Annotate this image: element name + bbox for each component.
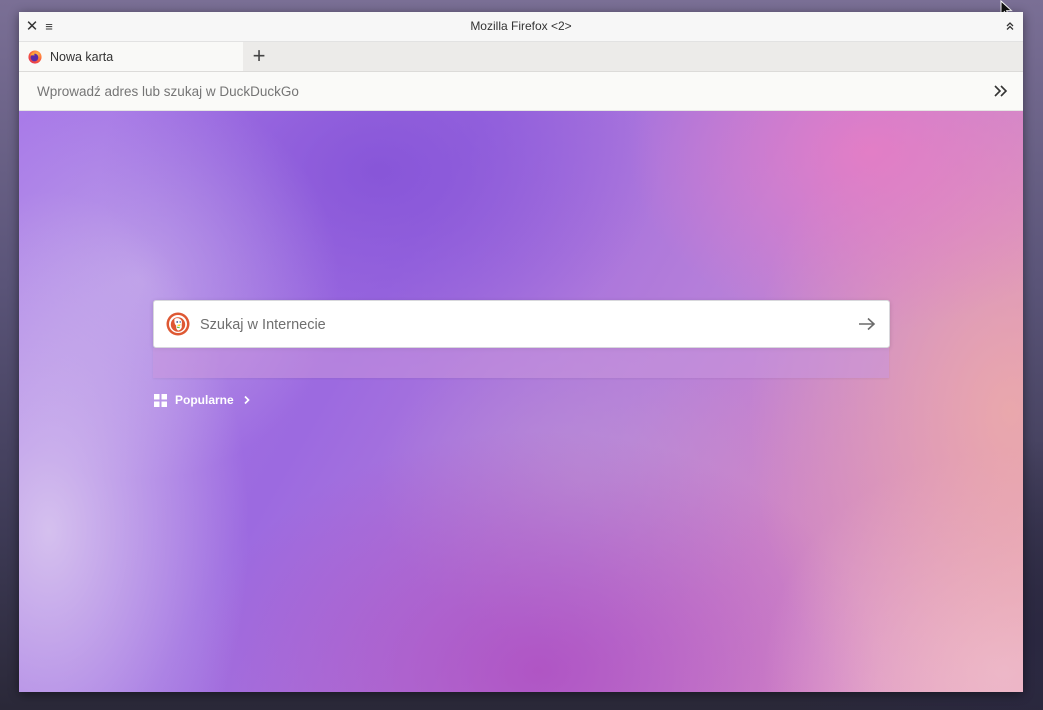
popular-sites-toggle[interactable]: Popularne — [154, 391, 252, 409]
window-title: Mozilla Firefox <2> — [470, 19, 572, 33]
tab-label: Nowa karta — [50, 49, 114, 64]
duckduckgo-icon — [166, 312, 190, 336]
web-search-input[interactable] — [198, 309, 842, 341]
browser-window: Mozilla Firefox <2> ✕ ≡ Nowa karta + Wpr… — [19, 12, 1023, 692]
web-search-box[interactable] — [153, 300, 890, 348]
plus-icon: + — [252, 43, 266, 68]
new-tab-button[interactable]: + — [249, 44, 269, 68]
search-submit-button[interactable] — [857, 314, 877, 334]
window-menu-button[interactable]: ≡ — [39, 16, 59, 36]
double-chevron-up-icon — [1006, 22, 1014, 30]
tab-strip: Nowa karta + — [19, 42, 1023, 72]
navigation-bar — [19, 72, 1023, 111]
popular-sites-label: Popularne — [175, 393, 234, 407]
address-bar-input[interactable] — [29, 77, 985, 105]
grid-icon — [154, 393, 167, 407]
toolbar-overflow-button[interactable] — [991, 81, 1011, 101]
chevron-right-icon — [244, 395, 250, 405]
arrow-right-icon — [859, 317, 876, 331]
collapse-window-button[interactable] — [1000, 16, 1020, 36]
search-suggestions-shelf — [153, 348, 889, 378]
double-chevron-right-icon — [994, 85, 1008, 97]
title-bar: Mozilla Firefox <2> ✕ ≡ — [19, 12, 1023, 42]
firefox-icon — [28, 49, 42, 64]
new-tab-page: Popularne — [19, 111, 1023, 692]
hamburger-menu-icon: ≡ — [45, 18, 53, 34]
close-icon: ✕ — [25, 18, 39, 35]
tab-new-tab[interactable]: Nowa karta — [19, 42, 243, 71]
